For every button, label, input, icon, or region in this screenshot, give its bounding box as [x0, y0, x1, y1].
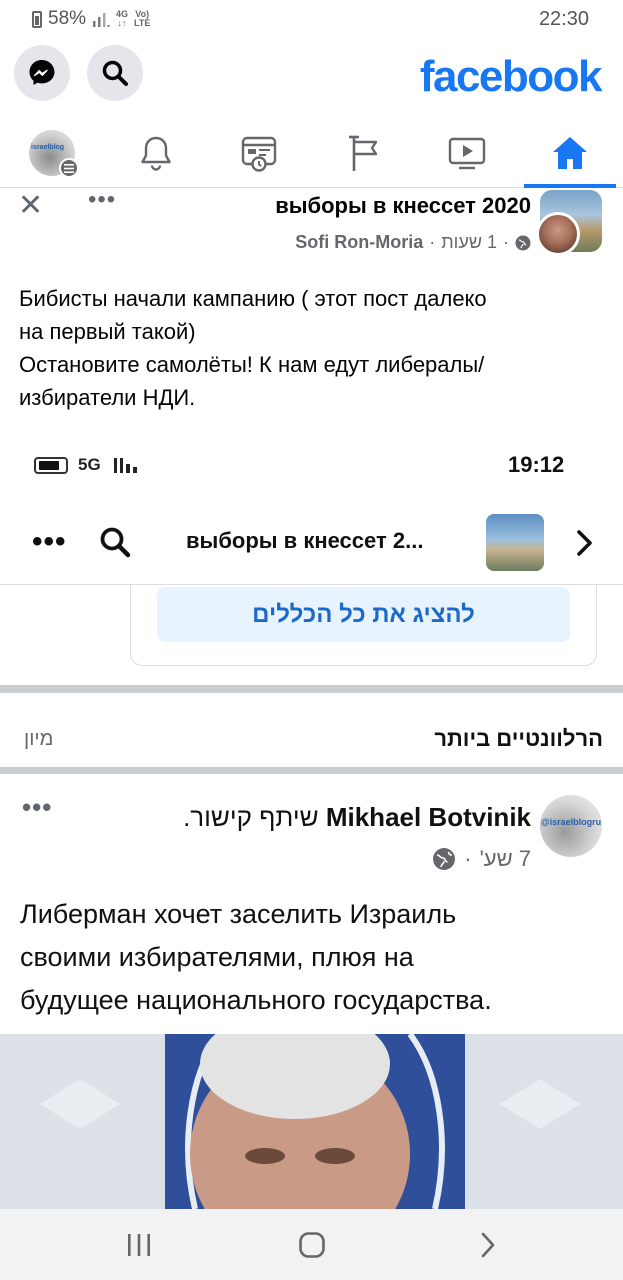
author-avatar[interactable]	[536, 212, 580, 256]
search-icon	[102, 60, 128, 86]
globe-icon	[515, 235, 531, 250]
active-tab-indicator	[524, 184, 616, 188]
embedded-group-title[interactable]: выборы в кнессет 2...	[186, 528, 423, 554]
bell-icon	[141, 136, 171, 171]
sort-label[interactable]: מיון	[24, 728, 53, 751]
post-text-line: избиратели НДИ.	[19, 385, 196, 410]
tab-pages[interactable]	[319, 118, 407, 188]
network-4g-label: 4G ↓↑	[116, 9, 129, 28]
status-bar: 58% 4G ↓↑ Vo) LTE 22:30	[0, 0, 623, 40]
inner-post-meta: · 7 שע'	[432, 846, 531, 872]
inner-post-text-line: своими избирателями, плюя на	[20, 942, 414, 972]
inner-post-more-icon[interactable]: •••	[22, 792, 52, 823]
tab-notifications[interactable]	[112, 118, 200, 188]
embedded-group-thumbnail[interactable]	[486, 514, 544, 571]
more-options-icon[interactable]: •••	[88, 186, 116, 214]
clock: 22:30	[538, 8, 589, 30]
tab-home[interactable]	[526, 118, 614, 188]
meta-separator-2: ·	[503, 232, 509, 252]
inner-post-text-line: будущее национального государства.	[20, 985, 492, 1015]
inner-post-text-line: Либерман хочет заселить Израиль	[20, 899, 457, 929]
video-icon	[448, 137, 486, 170]
section-separator	[0, 685, 623, 693]
inner-post-header: Mikhael Botvinik שיתף קישור.	[183, 802, 531, 833]
post-text-line: Остановите самолёты! К нам едут либералы…	[19, 352, 485, 377]
post-text: Бибисты начали кампанию ( этот пост дале…	[19, 282, 609, 414]
status-left: 58% 4G ↓↑ Vo) LTE	[32, 8, 150, 30]
volte-label: Vo) LTE	[134, 9, 151, 28]
facebook-logo[interactable]: facebook	[420, 52, 603, 102]
back-icon[interactable]	[478, 1231, 498, 1259]
flag-icon	[349, 135, 378, 171]
tab-bar: israelblog	[0, 118, 623, 188]
most-relevant-label[interactable]: הרלוונטיים ביותר	[434, 726, 603, 752]
inner-post-time: 7 שע'	[479, 846, 531, 871]
inner-post-text: Либерман хочет заселить Израиль своими и…	[20, 893, 605, 1022]
home-button-icon[interactable]	[298, 1231, 326, 1259]
section-separator	[0, 767, 623, 774]
search-button[interactable]	[87, 45, 143, 101]
inner-post-avatar-text: @israelblogru	[540, 817, 602, 827]
messenger-icon	[29, 60, 55, 85]
tab-profile[interactable]: israelblog	[8, 118, 96, 188]
inner-post-avatar[interactable]: @israelblogru	[540, 795, 602, 857]
embedded-search-icon[interactable]	[98, 525, 132, 559]
profile-avatar: israelblog	[29, 130, 79, 178]
post-author[interactable]: Sofi Ron-Moria	[295, 232, 423, 253]
inner-post-photo[interactable]	[0, 1034, 623, 1209]
inner-post-action: שיתף קישור.	[183, 802, 319, 832]
post-meta: Sofi Ron-Moria · 1 שעות ·	[295, 232, 531, 253]
battery-icon	[32, 10, 42, 28]
battery-percent: 58%	[48, 8, 87, 29]
tab-watch[interactable]	[423, 118, 511, 188]
post-text-line: Бибисты начали кампанию ( этот пост дале…	[19, 286, 487, 311]
messenger-button[interactable]	[14, 45, 70, 101]
link-preview-image	[0, 1034, 623, 1209]
signal-icon	[93, 13, 110, 27]
post-time: 1 שעות	[441, 232, 497, 252]
system-nav-bar	[0, 1209, 623, 1280]
globe-icon	[433, 848, 456, 870]
group-name[interactable]: выборы в кнессет 2020	[275, 193, 531, 219]
tab-news[interactable]	[215, 118, 303, 188]
inner-post-separator: ·	[464, 846, 472, 871]
close-icon[interactable]: ✕	[18, 188, 43, 223]
menu-icon	[59, 158, 79, 178]
embedded-more-icon[interactable]: •••	[32, 525, 67, 559]
embedded-battery-icon	[34, 457, 68, 474]
profile-avatar-badge: israelblog	[31, 144, 65, 151]
home-icon	[553, 137, 587, 169]
inner-post-author[interactable]: Mikhael Botvinik	[326, 802, 531, 832]
embedded-network-label: 5G	[78, 455, 101, 474]
chevron-right-icon[interactable]	[574, 528, 596, 558]
embedded-signal-icon	[114, 458, 137, 473]
news-icon	[241, 136, 277, 172]
recent-apps-icon[interactable]	[126, 1233, 152, 1257]
embedded-clock: 19:12	[508, 452, 565, 477]
show-all-rules-button[interactable]: להציג את כל הכללים	[157, 587, 570, 642]
meta-separator: ·	[429, 232, 436, 252]
post-text-line: на первый такой)	[19, 319, 196, 344]
